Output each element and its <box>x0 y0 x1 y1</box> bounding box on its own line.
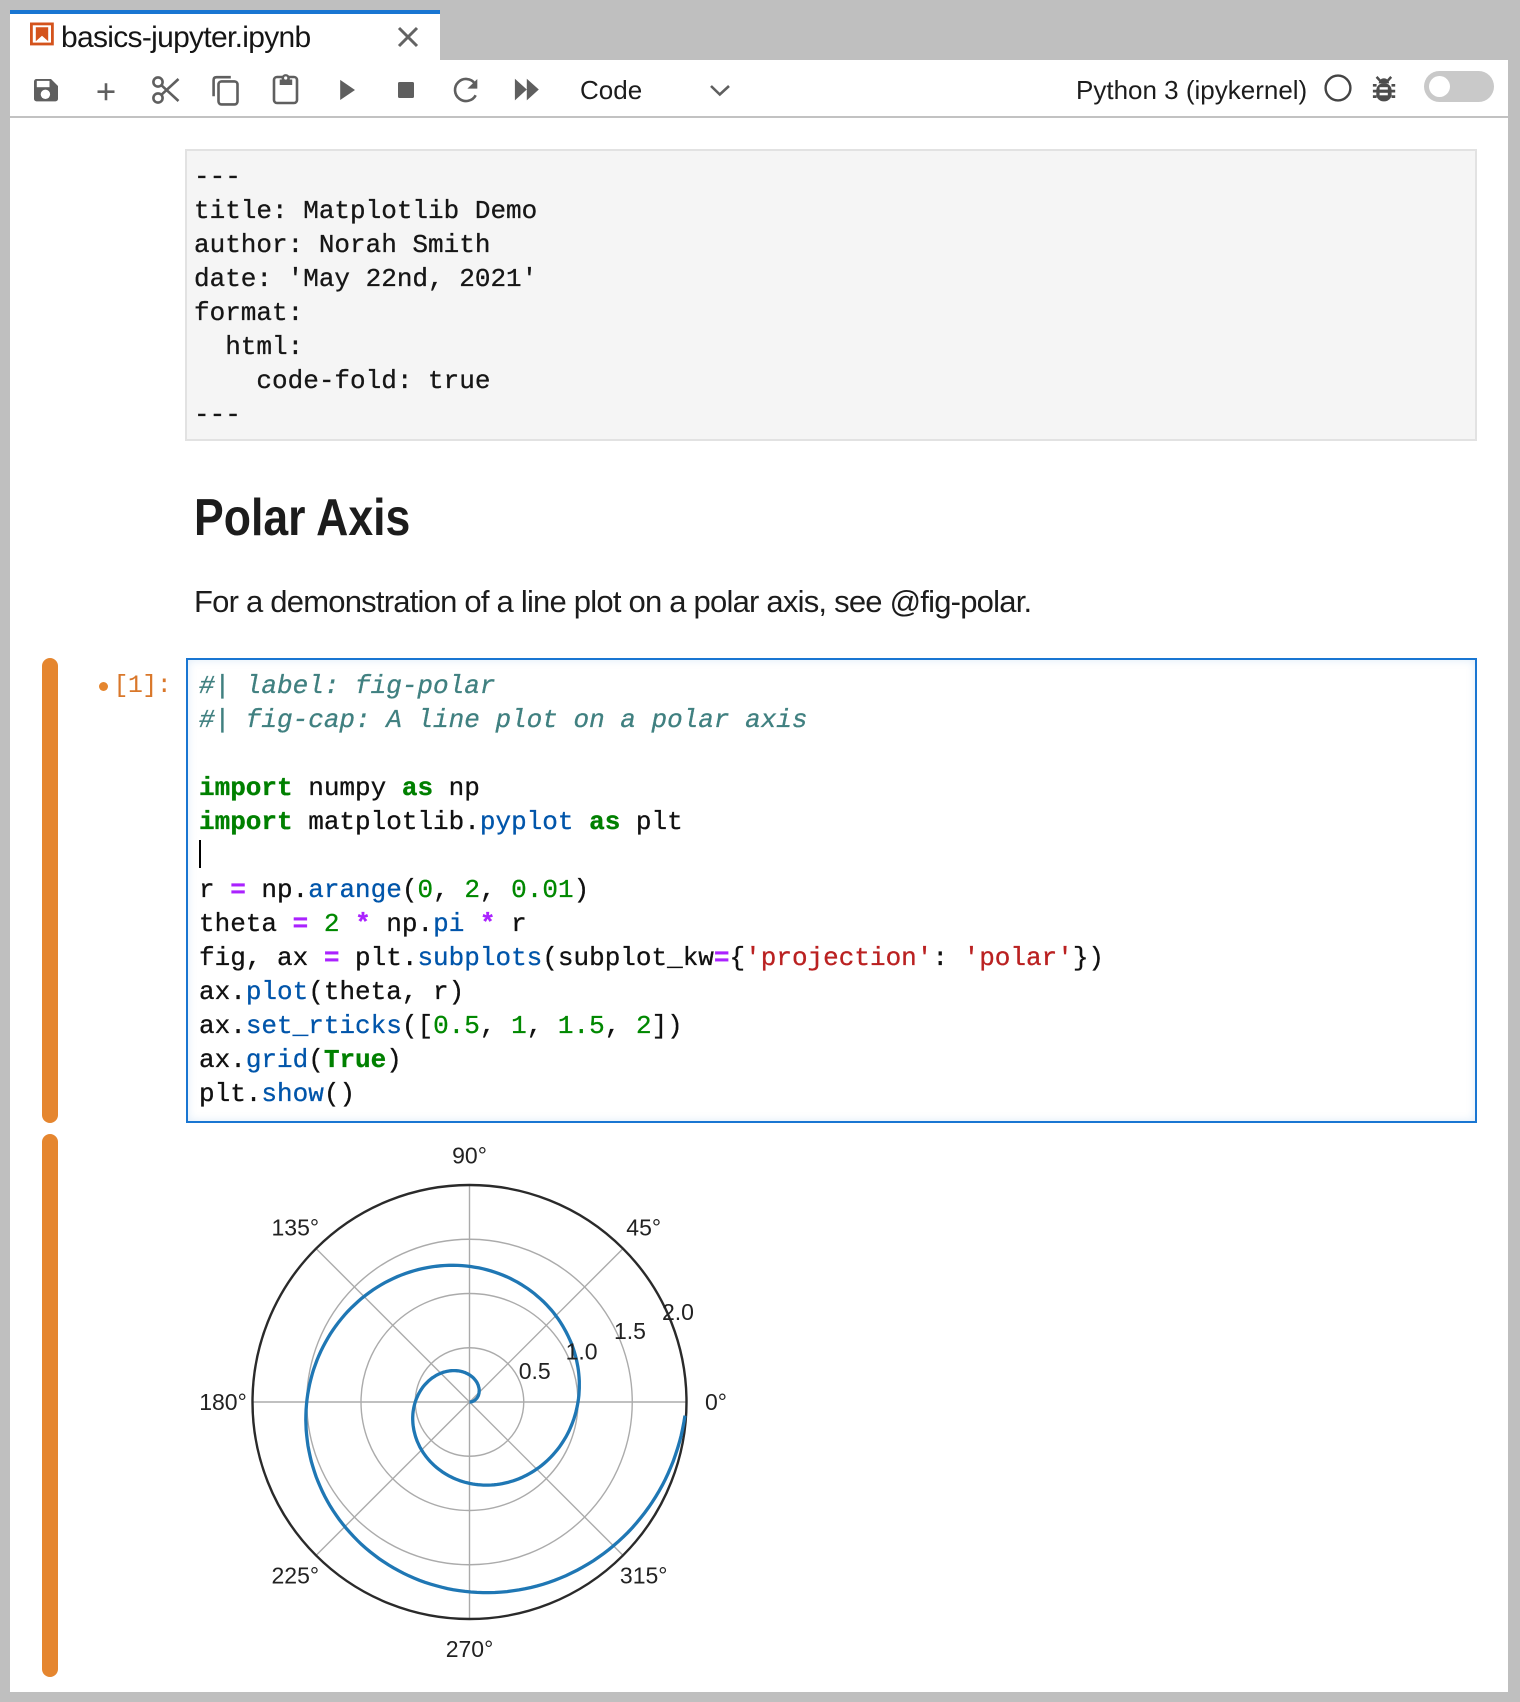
svg-text:0.5: 0.5 <box>519 1358 551 1384</box>
svg-text:180°: 180° <box>199 1389 247 1415</box>
svg-text:1.5: 1.5 <box>614 1318 646 1344</box>
svg-text:0°: 0° <box>705 1389 727 1415</box>
svg-text:270°: 270° <box>446 1636 494 1662</box>
svg-text:1.0: 1.0 <box>566 1339 598 1365</box>
svg-text:135°: 135° <box>272 1215 320 1241</box>
svg-text:90°: 90° <box>452 1143 487 1169</box>
svg-text:2.0: 2.0 <box>662 1299 694 1325</box>
svg-text:315°: 315° <box>620 1563 668 1589</box>
svg-text:45°: 45° <box>626 1215 661 1241</box>
svg-text:225°: 225° <box>272 1563 320 1589</box>
